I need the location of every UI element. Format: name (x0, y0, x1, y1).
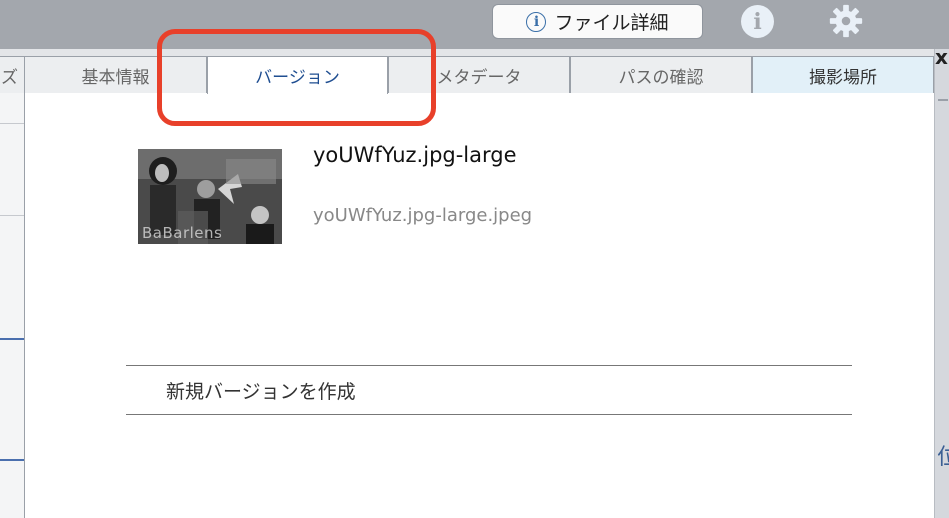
partial-text: 位 (937, 445, 949, 470)
version-filename: yoUWfYuz.jpg-large.jpeg (313, 205, 533, 226)
divider (0, 459, 24, 461)
close-icon[interactable]: x (935, 45, 948, 69)
tab-label: メタデータ (436, 67, 522, 88)
divider (0, 123, 24, 124)
version-title: yoUWfYuz.jpg-large (313, 143, 517, 167)
info-icon: i (526, 11, 547, 32)
gear-icon[interactable] (827, 2, 865, 40)
tab-label: 撮影場所 (809, 67, 877, 88)
tab-path-check[interactable]: パスの確認 (570, 56, 752, 93)
divider (0, 215, 24, 216)
tab-label: パスの確認 (618, 67, 704, 88)
file-details-label: ファイル詳細 (554, 12, 669, 34)
divider (126, 365, 852, 366)
tab-label: 基本情報 (81, 67, 150, 88)
divider (0, 338, 24, 340)
tab-location[interactable]: 撮影場所 (752, 56, 934, 93)
version-panel: BaBarlens yoUWfYuz.jpg-large yoUWfYuz.jp… (25, 93, 934, 518)
divider (938, 99, 948, 101)
version-thumbnail[interactable]: BaBarlens (138, 149, 282, 244)
file-details-button[interactable]: i ファイル詳細 (492, 4, 703, 39)
tab-bar: ズ 基本情報 バージョン メタデータ パスの確認 撮影場所 (0, 49, 934, 94)
thumbnail-watermark: BaBarlens (142, 224, 223, 242)
divider (126, 414, 852, 415)
tab-partial[interactable]: ズ (0, 56, 25, 93)
highlight-annotation (157, 29, 436, 126)
tab-label: ズ (1, 67, 18, 88)
top-toolbar: i ファイル詳細 i (0, 0, 949, 49)
info-icon[interactable]: i (741, 5, 774, 38)
right-side-panel: x 位 (934, 45, 949, 518)
left-panel (0, 93, 25, 518)
create-version-button[interactable]: 新規バージョンを作成 (166, 377, 356, 404)
